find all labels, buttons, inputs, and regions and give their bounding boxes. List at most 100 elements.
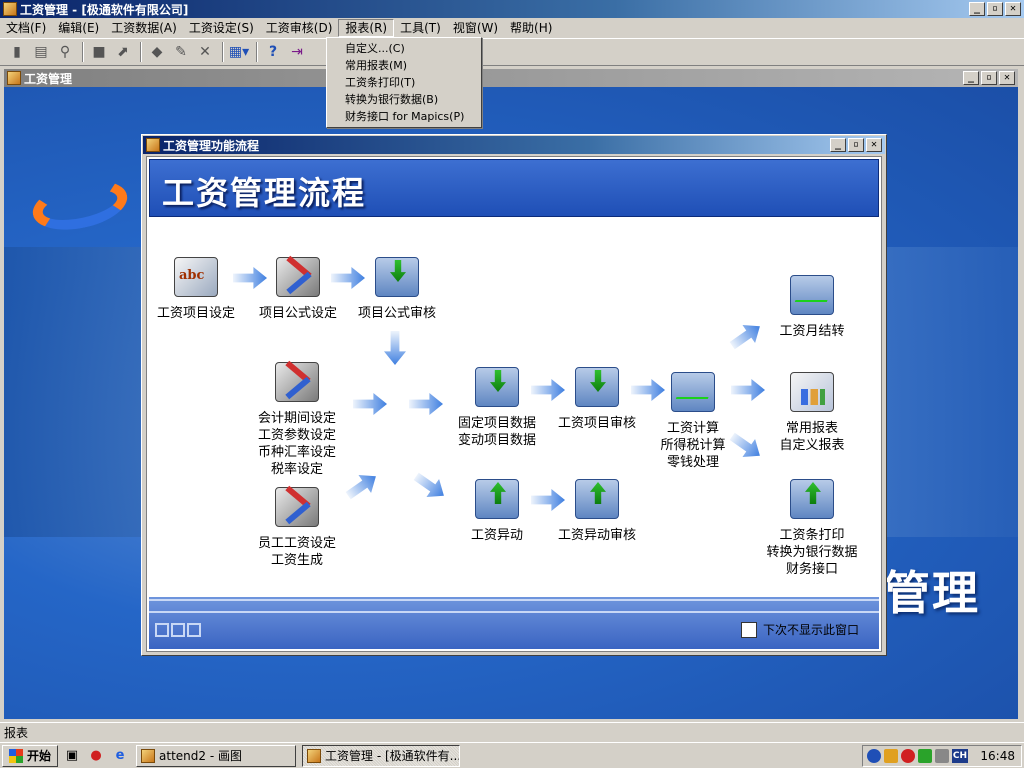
menu-item-bank-convert[interactable]: 转换为银行数据(B) <box>327 91 481 108</box>
salary-app-icon <box>307 748 322 763</box>
menu-report[interactable]: 报表(R) <box>338 19 395 37</box>
window-icon[interactable]: ▦▾ <box>228 41 250 63</box>
taskbar-item-salary-app[interactable]: 工资管理 - [极通软件有... <box>302 744 461 767</box>
export-icon[interactable]: ⬈ <box>112 41 134 63</box>
footer-stripe <box>149 611 879 613</box>
flow-node-item-audit[interactable]: 工资项目审核 <box>547 367 647 432</box>
child-window-controls: _ ▫ ✕ <box>963 71 1015 85</box>
search-icon[interactable]: ⚲ <box>54 41 76 63</box>
dont-show-again-option[interactable]: 下次不显示此窗口 <box>740 621 859 638</box>
flow-node-period-settings[interactable]: 会计期间设定 工资参数设定 币种汇率设定 税率设定 <box>251 362 343 478</box>
messenger-icon[interactable] <box>918 749 932 763</box>
workspace-banner-text: 管理 <box>884 566 980 620</box>
window-controls: _ ▫ ✕ <box>969 2 1021 16</box>
show-desktop-icon[interactable]: ▣ <box>62 746 82 766</box>
taskbar-item-paint[interactable]: attend2 - 画图 <box>136 744 297 767</box>
dialog-controls: _ ▫ ✕ <box>830 138 882 152</box>
menu-window[interactable]: 视窗(W) <box>447 19 504 37</box>
minimize-button[interactable]: _ <box>969 2 985 16</box>
edit-icon[interactable]: ✎ <box>170 41 192 63</box>
flow-node-label: 工资月结转 <box>779 324 845 339</box>
menu-item-payslip-print[interactable]: 工资条打印(T) <box>327 74 481 91</box>
dialog-content: 工资管理流程 abc 工资项目设定 项目公式设定 项目公式审核 会计期间设定 工资… <box>146 156 882 652</box>
menu-salary-settings[interactable]: 工资设定(S) <box>183 19 260 37</box>
dialog-minimize-button[interactable]: _ <box>830 138 846 152</box>
menu-salary-data[interactable]: 工资数据(A) <box>105 19 183 37</box>
help-icon[interactable]: ? <box>262 41 284 63</box>
media-tray-icon[interactable] <box>901 749 915 763</box>
child-window-icon <box>7 71 21 85</box>
flow-node-reports[interactable]: 常用报表 自定义报表 <box>767 372 857 454</box>
taskbar-item-label: attend2 - 画图 <box>159 749 242 763</box>
child-minimize-button[interactable]: _ <box>963 71 979 85</box>
wave-icon <box>671 372 715 412</box>
flow-node-label: 项目公式设定 <box>258 306 337 321</box>
dialog-header-banner: 工资管理流程 <box>149 159 879 217</box>
toolbar-separator <box>140 42 142 62</box>
flow-node-salary-change[interactable]: 工资异动 <box>447 479 547 544</box>
abc-icon: abc <box>174 257 218 297</box>
toolbar-separator <box>222 42 224 62</box>
dialog-close-button[interactable]: ✕ <box>866 138 882 152</box>
folder-down-icon <box>475 367 519 407</box>
menu-file[interactable]: 文档(F) <box>0 19 52 37</box>
toolbar-separator <box>256 42 258 62</box>
menu-salary-audit[interactable]: 工资审核(D) <box>260 19 339 37</box>
flow-node-formula-setup[interactable]: 项目公式设定 <box>253 257 343 322</box>
system-tray: CH 16:48 <box>862 745 1022 767</box>
footer-square <box>171 623 185 637</box>
print-icon[interactable]: ▤ <box>30 41 52 63</box>
delete-icon[interactable]: ✕ <box>194 41 216 63</box>
system-clock: 16:48 <box>980 749 1015 763</box>
flow-node-fixed-variable-data[interactable]: 固定项目数据 变动项目数据 <box>447 367 547 449</box>
menu-edit[interactable]: 编辑(E) <box>52 19 105 37</box>
child-close-button[interactable]: ✕ <box>999 71 1015 85</box>
flow-node-label: 固定项目数据 变动项目数据 <box>457 416 536 448</box>
toolbar: ▮ ▤ ⚲ ■ ⬈ ◆ ✎ ✕ ▦▾ ? ⇥ <box>0 38 1024 66</box>
menu-item-common-report[interactable]: 常用报表(M) <box>327 57 481 74</box>
flow-node-label: 工资异动审核 <box>557 528 636 543</box>
menu-help[interactable]: 帮助(H) <box>504 19 558 37</box>
volume-icon[interactable] <box>935 749 949 763</box>
close-button[interactable]: ✕ <box>1005 2 1021 16</box>
taskbar-item-label: 工资管理 - [极通软件有... <box>325 749 461 763</box>
menu-item-custom[interactable]: 自定义...(C) <box>327 40 481 57</box>
folder-down-icon <box>375 257 419 297</box>
flow-node-formula-audit[interactable]: 项目公式审核 <box>349 257 445 322</box>
flow-arrow-up-right <box>726 317 766 355</box>
exit-icon[interactable]: ⇥ <box>286 41 308 63</box>
flow-node-month-end[interactable]: 工资月结转 <box>767 275 857 340</box>
stop-icon[interactable]: ■ <box>88 41 110 63</box>
flow-node-label: 工资项目设定 <box>156 306 235 321</box>
restore-button[interactable]: ▫ <box>987 2 1003 16</box>
status-bar: 报表 <box>0 722 1024 742</box>
dont-show-again-checkbox[interactable] <box>740 621 757 638</box>
child-window-titlebar[interactable]: 工资管理 _ ▫ ✕ <box>4 69 1018 87</box>
approve-icon[interactable]: ◆ <box>146 41 168 63</box>
footer-stripe <box>149 599 879 601</box>
menu-tools[interactable]: 工具(T) <box>394 19 447 37</box>
flow-node-employee-salary[interactable]: 员工工资设定 工资生成 <box>251 487 343 569</box>
media-player-icon[interactable]: ● <box>86 746 106 766</box>
dialog-titlebar[interactable]: 工资管理功能流程 _ ▫ ✕ <box>143 136 885 154</box>
new-icon[interactable]: ▮ <box>6 41 28 63</box>
start-button[interactable]: 开始 <box>2 744 59 767</box>
flow-node-salary-item-setup[interactable]: abc 工资项目设定 <box>151 257 241 322</box>
network-icon[interactable] <box>884 749 898 763</box>
toolbar-separator <box>82 42 84 62</box>
menu-item-finance-interface[interactable]: 财务接口 for Mapics(P) <box>327 108 481 125</box>
flow-node-change-audit[interactable]: 工资异动审核 <box>547 479 647 544</box>
app-titlebar[interactable]: 工资管理 - [极通软件有限公司] _ ▫ ✕ <box>0 0 1024 18</box>
dialog-maximize-button[interactable]: ▫ <box>848 138 864 152</box>
child-window-title: 工资管理 <box>24 71 73 86</box>
footer-square <box>155 623 169 637</box>
menubar: 文档(F) 编辑(E) 工资数据(A) 工资设定(S) 工资审核(D) 报表(R… <box>0 18 1024 38</box>
internet-explorer-icon[interactable]: e <box>110 746 130 766</box>
flow-node-label: 工资项目审核 <box>557 416 636 431</box>
child-maximize-button[interactable]: ▫ <box>981 71 997 85</box>
security-icon[interactable] <box>867 749 881 763</box>
tools-icon <box>275 362 319 402</box>
input-language-indicator[interactable]: CH <box>952 749 968 763</box>
flow-node-label: 工资计算 所得税计算 零钱处理 <box>660 421 726 470</box>
flow-node-payslip-bank-finance[interactable]: 工资条打印 转换为银行数据 财务接口 <box>757 479 867 578</box>
